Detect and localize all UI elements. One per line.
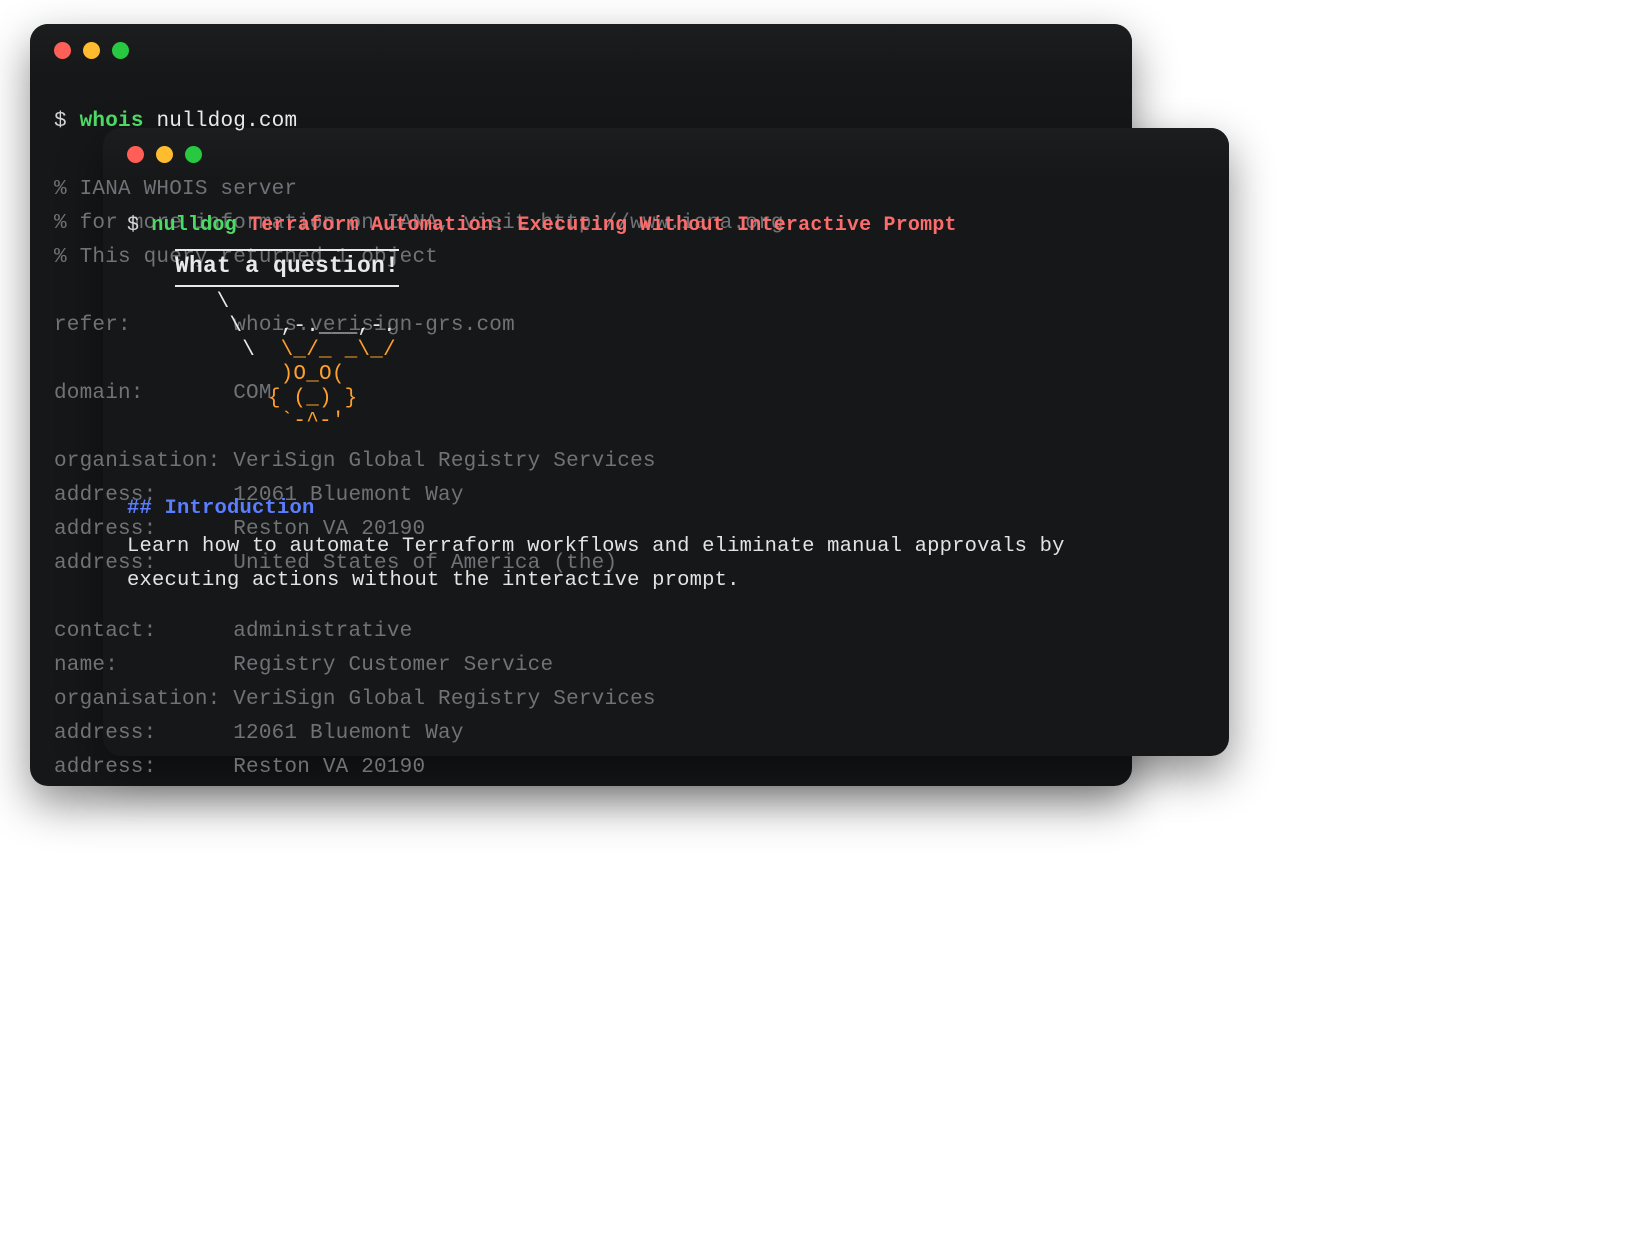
speech-bubble: What a question!: [175, 249, 399, 287]
minimize-icon[interactable]: [83, 42, 100, 59]
article-intro: ## Introduction Learn how to automate Te…: [127, 492, 1187, 598]
ascii-line: `-^-': [127, 410, 345, 433]
terminal-window-front: $ nulldog Terraform Automation: Executin…: [103, 128, 1229, 756]
command-name: nulldog: [151, 214, 236, 237]
prompt-symbol: $: [54, 110, 67, 133]
ascii-line: )O_O(: [127, 363, 345, 386]
ascii-line: \ ,-.___,-.: [127, 315, 396, 338]
window-controls: [103, 128, 1229, 165]
whois-output-line: organisation: VeriSign Global Registry S…: [54, 688, 656, 711]
whois-output-line: address: 12061 Bluemont Way: [54, 722, 464, 745]
ascii-line: { (_) }: [127, 387, 357, 410]
zoom-icon[interactable]: [112, 42, 129, 59]
ascii-line: \_/_ _\_/: [281, 339, 396, 362]
section-body: Learn how to automate Terraform workflow…: [127, 530, 1187, 598]
whois-output-line: address: Reston VA 20190: [54, 756, 425, 779]
minimize-icon[interactable]: [156, 146, 173, 163]
close-icon[interactable]: [127, 146, 144, 163]
speech-bubble-text: What a question!: [175, 253, 399, 279]
ascii-dog: \ \ ,-.___,-. \ \_/_ _\_/ )O_O( { (_) } …: [127, 291, 1205, 435]
terminal-content-front: $ nulldog Terraform Automation: Executin…: [103, 165, 1229, 690]
headline-text: Terraform Automation: Executing Without …: [249, 214, 957, 237]
section-heading: ## Introduction: [127, 497, 315, 520]
zoom-icon[interactable]: [185, 146, 202, 163]
ascii-line: \: [127, 339, 281, 362]
prompt-symbol: $: [127, 214, 139, 237]
window-controls: [30, 24, 1132, 61]
ascii-line: \: [127, 291, 229, 314]
close-icon[interactable]: [54, 42, 71, 59]
stage: $ whois nulldog.com % IANA WHOIS server …: [0, 0, 1265, 985]
